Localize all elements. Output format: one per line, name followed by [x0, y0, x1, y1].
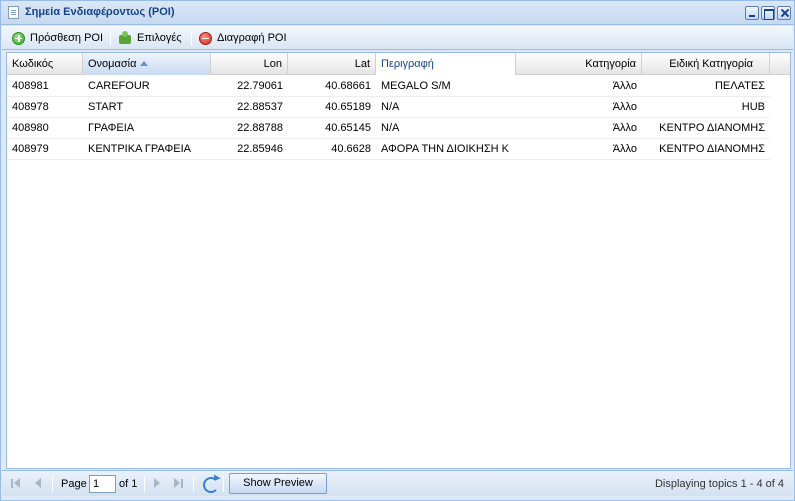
delete-icon — [199, 31, 212, 45]
add-icon — [12, 31, 25, 45]
minimize-icon[interactable] — [745, 6, 759, 20]
column-header-lon[interactable]: Lon — [211, 53, 288, 75]
paging-separator — [52, 476, 53, 492]
paging-separator — [144, 476, 145, 492]
cell-description: N/A — [381, 122, 400, 134]
delete-poi-label: Διαγραφή POI — [217, 32, 287, 44]
show-preview-button[interactable]: Show Preview — [229, 473, 327, 494]
previous-page-icon[interactable] — [35, 477, 43, 491]
cell-code: 408981 — [12, 80, 49, 92]
cell-lon: 22.85946 — [237, 143, 283, 155]
page-count-label: of 1 — [119, 478, 138, 490]
last-page-icon[interactable] — [174, 477, 184, 491]
cell-lat: 40.65189 — [325, 101, 371, 113]
paging-separator — [223, 476, 224, 492]
title-bar[interactable]: Σημεία Ενδιαφέροντως (POI) — [1, 1, 794, 25]
cell-special-category: ΚΕΝΤΡΟ ΔΙΑΝΟΜΗΣ — [659, 122, 765, 134]
cell-name: CAREFOUR — [88, 80, 150, 92]
sort-ascending-icon — [140, 61, 149, 66]
cell-category: Άλλο — [612, 143, 637, 155]
toolbar-separator — [110, 30, 111, 46]
toolbar: Πρόσθεση POI Επιλογές Διαγραφή POI — [2, 26, 793, 50]
plugin-icon — [118, 31, 132, 45]
cell-description: MEGALO S/M — [381, 80, 451, 92]
next-page-icon[interactable] — [154, 477, 162, 491]
paging-separator — [193, 476, 194, 492]
cell-category: Άλλο — [612, 101, 637, 113]
cell-description: N/A — [381, 101, 400, 113]
table-row[interactable]: 408978 START 22.88537 40.65189 N/A Άλλο HUB — [7, 97, 770, 118]
cell-description: ΑΦΟΡΑ ΤΗΝ ΔΙΟΙΚΗΣΗ Κ — [381, 143, 509, 155]
cell-special-category: ΚΕΝΤΡΟ ΔΙΑΝΟΜΗΣ — [659, 143, 765, 155]
column-header-code[interactable]: Κωδικός — [7, 53, 83, 75]
paging-toolbar: Page of 1 Show Preview Displaying topics… — [2, 470, 793, 496]
maximize-icon[interactable] — [761, 6, 775, 20]
window-title: Σημεία Ενδιαφέροντως (POI) — [25, 6, 175, 18]
table-row[interactable]: 408979 ΚΕΝΤΡΙΚΑ ΓΡΑΦΕΙΑ 22.85946 40.6628 ΑΦΟ… — [7, 139, 770, 160]
cell-lon: 22.88788 — [237, 122, 283, 134]
cell-lat: 40.68661 — [325, 80, 371, 92]
cell-name: ΚΕΝΤΡΙΚΑ ΓΡΑΦΕΙΑ — [88, 143, 191, 155]
cell-special-category: HUB — [741, 101, 765, 113]
toolbar-separator — [191, 30, 192, 46]
page-label: Page — [61, 478, 87, 490]
cell-category: Άλλο — [612, 122, 637, 134]
cell-lon: 22.79061 — [237, 80, 283, 92]
paging-info: Displaying topics 1 - 4 of 4 — [654, 478, 784, 490]
grid-header: Κωδικός Ονομασία Lon Lat Περιγραφή Κατηγ… — [7, 53, 790, 75]
column-header-description[interactable]: Περιγραφή — [376, 53, 516, 75]
page-number-input[interactable] — [89, 475, 116, 493]
add-poi-button[interactable]: Πρόσθεση POI — [12, 30, 103, 46]
cell-special-category: ΠΕΛΑΤΕΣ — [714, 80, 765, 92]
refresh-icon[interactable] — [202, 476, 219, 493]
document-icon — [8, 6, 19, 19]
cell-lat: 40.65145 — [325, 122, 371, 134]
cell-lat: 40.6628 — [331, 143, 371, 155]
close-icon[interactable] — [777, 6, 791, 20]
column-header-lat[interactable]: Lat — [288, 53, 376, 75]
column-header-category[interactable]: Κατηγορία — [516, 53, 642, 75]
column-header-name-label: Ονομασία — [88, 58, 137, 70]
options-button[interactable]: Επιλογές — [118, 30, 182, 46]
table-row[interactable]: 408980 ΓΡΑΦΕΙΑ 22.88788 40.65145 N/A Άλλο ΚΕΝΤ… — [7, 118, 770, 139]
column-header-special-category[interactable]: Ειδική Κατηγορία — [642, 53, 770, 75]
cell-name: ΓΡΑΦΕΙΑ — [88, 122, 135, 134]
cell-code: 408980 — [12, 122, 49, 134]
cell-name: START — [88, 101, 124, 113]
column-header-name[interactable]: Ονομασία — [83, 53, 211, 75]
table-row[interactable]: 408981 CAREFOUR 22.79061 40.68661 MEGALO S/M… — [7, 76, 770, 97]
cell-category: Άλλο — [612, 80, 637, 92]
poi-window: Σημεία Ενδιαφέροντως (POI) Πρόσθεση POI … — [0, 0, 795, 501]
delete-poi-button[interactable]: Διαγραφή POI — [199, 30, 287, 46]
cell-code: 408978 — [12, 101, 49, 113]
cell-code: 408979 — [12, 143, 49, 155]
first-page-icon[interactable] — [11, 477, 21, 491]
options-label: Επιλογές — [137, 32, 182, 44]
add-poi-label: Πρόσθεση POI — [30, 32, 104, 44]
cell-lon: 22.88537 — [237, 101, 283, 113]
poi-grid: Κωδικός Ονομασία Lon Lat Περιγραφή Κατηγ… — [6, 52, 791, 469]
